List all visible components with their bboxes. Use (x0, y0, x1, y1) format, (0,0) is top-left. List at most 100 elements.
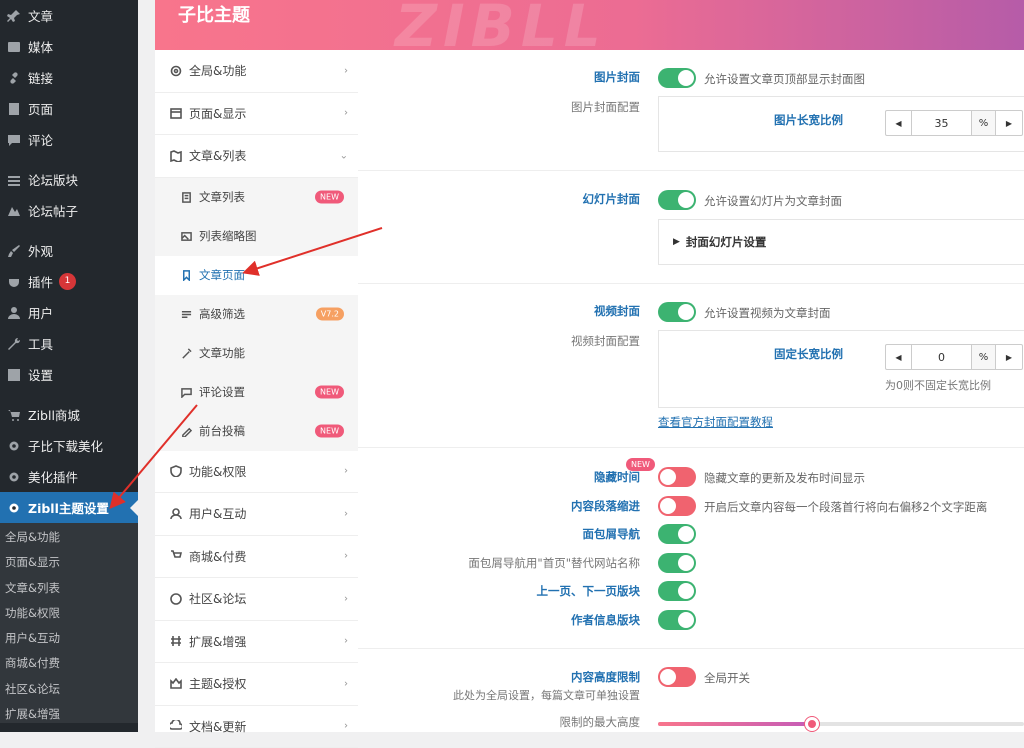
nav-sub-item-3[interactable]: 高级筛选V7.2 (155, 295, 358, 334)
bookmark-icon (179, 270, 193, 281)
nav-tag-badge: NEW (315, 425, 344, 438)
nav-sub-item-5[interactable]: 评论设置NEW (155, 373, 358, 412)
decrease-icon[interactable]: ◀ (886, 111, 912, 135)
wp-menu-item-4[interactable]: 评论 (0, 124, 138, 155)
chevron-right-icon: › (344, 593, 348, 604)
nav-sub-item-4[interactable]: 文章功能 (155, 334, 358, 373)
video-ratio-stepper[interactable]: ◀ 0 % ▶ (885, 344, 1023, 370)
toggle-switch-3[interactable] (658, 553, 696, 573)
nav-item-0[interactable]: 全局&功能 › (155, 50, 358, 93)
slide-cover-section: 幻灯片封面 允许设置幻灯片为文章封面 ▶ 封面幻灯片设置 (358, 171, 1024, 284)
image-cover-label: 图片封面 (594, 69, 640, 85)
wp-submenu-item[interactable]: 文章&列表 (0, 576, 138, 601)
wp-menu-item-7[interactable]: 外观 (0, 235, 138, 266)
wp-submenu-item[interactable]: 用户&互动 (0, 626, 138, 651)
display-toggles-section: 隐藏时间隐藏文章的更新及发布时间显示NEW内容段落缩进开启后文章内容每一个段落首… (358, 448, 1024, 649)
height-limit-toggle[interactable] (658, 667, 696, 687)
image-cover-toggle[interactable] (658, 68, 696, 88)
nav-item-bottom-0[interactable]: 功能&权限› (155, 451, 358, 494)
wp-submenu-item[interactable]: 页面&显示 (0, 550, 138, 575)
increase-icon[interactable]: ▶ (996, 111, 1022, 135)
zibll-settings-submenu: 全局&功能页面&显示文章&列表功能&权限用户&互动商城&付费社区&论坛扩展&增强 (0, 523, 138, 723)
wp-menu-item-0[interactable]: 文章 (0, 0, 138, 31)
nav-label: 全局&功能 (189, 62, 246, 79)
toggle-desc-1: 开启后文章内容每一个段落首行将向右偏移2个文字距离 (704, 499, 987, 515)
chevron-right-icon: › (344, 721, 348, 732)
nav-item-bottom-3[interactable]: 社区&论坛› (155, 578, 358, 621)
wp-menu-item-3[interactable]: 页面 (0, 93, 138, 124)
wp-menu-item-1[interactable]: 媒体 (0, 31, 138, 62)
slider-handle[interactable] (805, 717, 819, 731)
nav-item-bottom-6[interactable]: 文档&更新› (155, 706, 358, 748)
image-icon (179, 231, 193, 242)
wp-menu-item-6[interactable]: 论坛帖子 (0, 195, 138, 226)
nav-item-1[interactable]: 页面&显示› (155, 93, 358, 136)
nav-label: 页面&显示 (189, 105, 246, 122)
chevron-icon: › (344, 65, 348, 76)
wp-menu-item-12[interactable]: Zibll商城 (0, 399, 138, 430)
toggle-switch-0[interactable] (658, 467, 696, 487)
user-icon (169, 507, 183, 521)
toggle-switch-5[interactable] (658, 610, 696, 630)
wp-menu-item-14[interactable]: 美化插件 (0, 461, 138, 492)
nav-item-bottom-1[interactable]: 用户&互动› (155, 493, 358, 536)
video-cover-toggle[interactable] (658, 302, 696, 322)
image-ratio-value[interactable]: 35 (912, 111, 972, 135)
wp-submenu-item[interactable]: 扩展&增强 (0, 702, 138, 727)
wp-submenu-item[interactable]: 商城&付费 (0, 651, 138, 676)
menu-separator (0, 226, 138, 235)
increase-icon[interactable]: ▶ (996, 345, 1022, 369)
options-header: 子比主题 ZIBLL (155, 0, 1024, 50)
nav-sub-item-6[interactable]: 前台投稿NEW (155, 412, 358, 451)
video-ratio-value[interactable]: 0 (912, 345, 972, 369)
nav-item-bottom-4[interactable]: 扩展&增强› (155, 621, 358, 664)
image-ratio-stepper[interactable]: ◀ 35 % ▶ (885, 110, 1023, 136)
wp-menu-item-15[interactable]: Zibll主题设置 (0, 492, 138, 523)
percent-unit: % (972, 345, 996, 369)
toggle-switch-1[interactable] (658, 496, 696, 516)
chevron-right-icon: › (344, 636, 348, 647)
wp-menu-label: 插件 (28, 272, 53, 291)
toggle-switch-4[interactable] (658, 581, 696, 601)
max-height-slider[interactable] (658, 722, 1024, 726)
options-content: 图片封面 允许设置文章页顶部显示封面图 图片封面配置 图片长宽比例 ◀ 35 %… (358, 50, 1024, 732)
wp-menu-label: 工具 (28, 334, 53, 353)
chevron-icon: ⌄ (340, 150, 348, 161)
wp-submenu-item[interactable]: 全局&功能 (0, 525, 138, 550)
nav-sub-item-0[interactable]: 文章列表NEW (155, 178, 358, 217)
wp-menu-label: 评论 (28, 130, 53, 149)
nav-sub-item-2[interactable]: 文章页面 (155, 256, 358, 295)
wp-menu-item-11[interactable]: 设置 (0, 359, 138, 390)
wp-menu-item-9[interactable]: 用户 (0, 297, 138, 328)
slide-cover-collapse[interactable]: ▶ 封面幻灯片设置 (658, 219, 1024, 265)
wp-menu-item-10[interactable]: 工具 (0, 328, 138, 359)
nav-sub-label: 列表缩略图 (199, 228, 257, 244)
wp-menu-item-13[interactable]: 子比下载美化 (0, 430, 138, 461)
menu-separator (0, 155, 138, 164)
wp-menu-item-8[interactable]: 插件1 (0, 266, 138, 297)
wp-menu-item-5[interactable]: 论坛版块 (0, 164, 138, 195)
wp-menu-item-2[interactable]: 链接 (0, 62, 138, 93)
post-icon (5, 204, 23, 218)
slide-cover-toggle[interactable] (658, 190, 696, 210)
nav-label: 用户&互动 (189, 505, 246, 522)
cart-icon (5, 408, 23, 422)
cover-tutorial-link[interactable]: 查看官方封面配置教程 (658, 414, 773, 430)
wp-submenu-item[interactable]: 社区&论坛 (0, 677, 138, 702)
gear-icon (5, 470, 23, 484)
user-icon (5, 306, 23, 320)
filter-lines-icon (179, 309, 193, 320)
nav-item-bottom-2[interactable]: 商城&付费› (155, 536, 358, 579)
nav-sub-item-1[interactable]: 列表缩略图 (155, 217, 358, 256)
caret-right-icon: ▶ (673, 237, 680, 247)
decrease-icon[interactable]: ◀ (886, 345, 912, 369)
height-limit-sub: 此处为全局设置，每篇文章可单独设置 (453, 687, 640, 703)
wp-submenu-item[interactable]: 功能&权限 (0, 601, 138, 626)
comment-icon (5, 133, 23, 147)
nav-item-bottom-5[interactable]: 主题&授权› (155, 663, 358, 706)
nav-item-2[interactable]: 文章&列表⌄ (155, 135, 358, 178)
wp-menu-label: 页面 (28, 99, 53, 118)
community-icon (169, 592, 183, 606)
video-cover-desc: 允许设置视频为文章封面 (704, 305, 831, 321)
toggle-switch-2[interactable] (658, 524, 696, 544)
